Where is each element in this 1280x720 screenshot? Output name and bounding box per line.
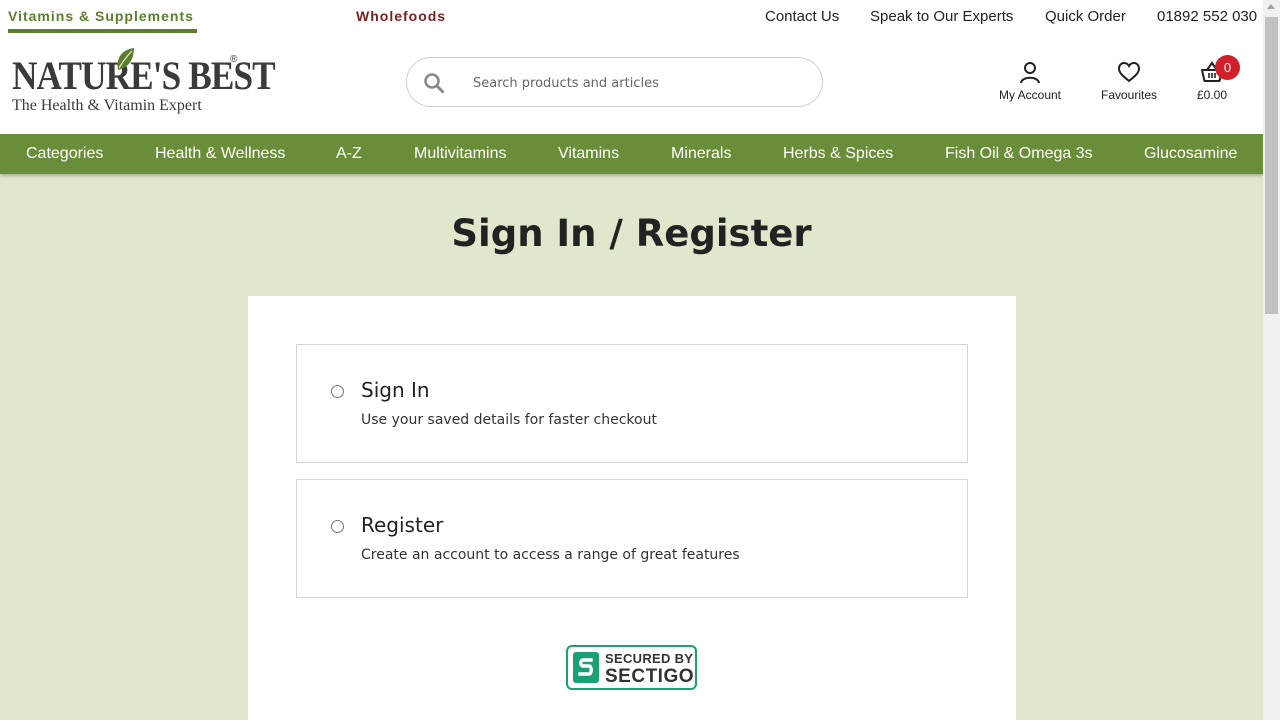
speak-to-experts-link[interactable]: Speak to Our Experts bbox=[870, 8, 1013, 25]
cart-count-badge: 0 bbox=[1215, 55, 1240, 80]
sectigo-logo-icon bbox=[573, 652, 599, 683]
search-input[interactable] bbox=[473, 73, 803, 93]
nav-item-vitamins[interactable]: Vitamins bbox=[558, 145, 619, 163]
sign-in-register-panel: Sign In Use your saved details for faste… bbox=[248, 296, 1016, 720]
leaf-icon bbox=[117, 48, 134, 70]
sign-in-option[interactable]: Sign In Use your saved details for faste… bbox=[296, 344, 968, 463]
nav-item-health-wellness[interactable]: Health & Wellness bbox=[155, 145, 285, 163]
main-nav: Categories Health & Wellness A-Z Multivi… bbox=[0, 134, 1263, 174]
tab-vitamins-supplements[interactable]: Vitamins & Supplements bbox=[8, 8, 194, 24]
scrollbar-thumb[interactable] bbox=[1265, 17, 1278, 314]
register-description: Create an account to access a range of g… bbox=[361, 547, 740, 563]
nav-item-fish-oil[interactable]: Fish Oil & Omega 3s bbox=[945, 145, 1093, 163]
sign-in-title: Sign In bbox=[361, 378, 430, 402]
heart-icon bbox=[1117, 61, 1141, 83]
sign-in-description: Use your saved details for faster checko… bbox=[361, 412, 657, 428]
nav-item-herbs-spices[interactable]: Herbs & Spices bbox=[783, 145, 893, 163]
sectigo-line1: SECURED BY bbox=[605, 651, 694, 666]
search-icon[interactable] bbox=[423, 72, 445, 94]
register-title: Register bbox=[361, 513, 444, 537]
logo-registered-mark: ® bbox=[230, 54, 238, 65]
natures-best-logo[interactable]: NATURE'S BEST ® The Health & Vitamin Exp… bbox=[10, 46, 276, 120]
cart-total: £0.00 bbox=[1196, 88, 1228, 102]
top-header: Vitamins & Supplements Wholefoods Contac… bbox=[0, 0, 1263, 134]
favourites-label: Favourites bbox=[1100, 88, 1158, 102]
my-account-button[interactable]: My Account bbox=[997, 60, 1063, 102]
account-icon bbox=[1020, 62, 1040, 84]
scroll-up-arrow-icon[interactable] bbox=[1267, 4, 1275, 9]
favourites-button[interactable]: Favourites bbox=[1098, 60, 1160, 102]
tab-wholefoods[interactable]: Wholefoods bbox=[356, 8, 446, 24]
register-option[interactable]: Register Create an account to access a r… bbox=[296, 479, 968, 598]
active-tab-underline bbox=[8, 29, 197, 33]
nav-item-categories[interactable]: Categories bbox=[26, 145, 103, 163]
my-account-label: My Account bbox=[998, 88, 1062, 102]
search-bar bbox=[406, 57, 823, 107]
sectigo-badge: SECURED BY SECTIGO bbox=[566, 645, 697, 690]
phone-number-link[interactable]: 01892 552 030 bbox=[1157, 8, 1257, 25]
nav-item-a-z[interactable]: A-Z bbox=[336, 145, 362, 163]
register-radio[interactable] bbox=[331, 520, 344, 533]
sign-in-radio[interactable] bbox=[331, 385, 344, 398]
nav-item-minerals[interactable]: Minerals bbox=[671, 145, 731, 163]
page-title: Sign In / Register bbox=[451, 212, 812, 255]
page-scrollbar[interactable] bbox=[1263, 0, 1280, 720]
nav-item-glucosamine[interactable]: Glucosamine bbox=[1144, 145, 1237, 163]
logo-tagline: The Health & Vitamin Expert bbox=[12, 97, 202, 114]
quick-order-link[interactable]: Quick Order bbox=[1045, 8, 1126, 25]
nav-item-multivitamins[interactable]: Multivitamins bbox=[414, 145, 506, 163]
contact-us-link[interactable]: Contact Us bbox=[765, 8, 839, 25]
sectigo-line2: SECTIGO bbox=[605, 666, 695, 687]
